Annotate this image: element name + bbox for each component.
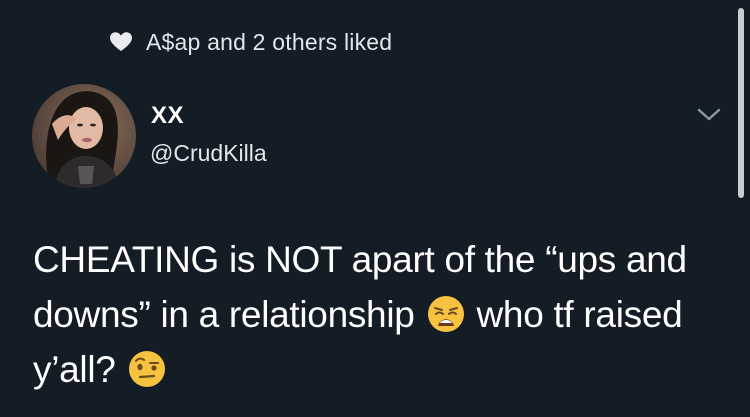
tweet-menu-button[interactable] [692,104,726,130]
liked-by-text: A$ap and 2 others liked [146,28,393,55]
chevron-down-icon [696,107,722,128]
avatar[interactable] [32,84,136,188]
display-name[interactable]: XX [151,102,184,130]
weary-face-emoji [427,293,465,332]
heart-icon [110,32,132,52]
user-handle[interactable]: @CrudKilla [150,140,267,167]
scrollbar[interactable] [738,8,744,198]
tweet-text: CHEATING is NOT apart of the “ups and do… [33,232,733,397]
face-with-raised-eyebrow-emoji [128,348,166,387]
social-context[interactable]: A$ap and 2 others liked [110,24,392,60]
tweet-card[interactable]: A$ap and 2 others liked XX @CrudKilla CH… [0,0,750,417]
